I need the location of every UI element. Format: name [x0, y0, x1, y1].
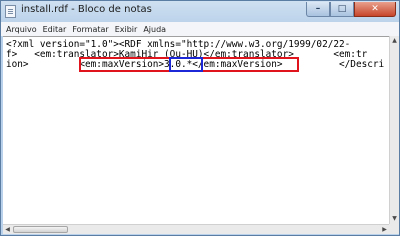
maximize-button[interactable]: □: [330, 2, 354, 17]
horizontal-scroll-thumb[interactable]: [13, 226, 68, 233]
title-bar[interactable]: install.rdf - Bloco de notas – □ ✕: [1, 1, 399, 22]
minimize-button[interactable]: –: [306, 2, 330, 17]
vertical-scrollbar[interactable]: ▲ ▼: [389, 36, 399, 224]
scroll-left-arrow-icon[interactable]: ◀: [3, 225, 12, 234]
notepad-window: install.rdf - Bloco de notas – □ ✕ Arqui…: [0, 0, 400, 236]
horizontal-scrollbar[interactable]: ◀ ▶: [3, 224, 389, 234]
menu-exibir[interactable]: Exibir: [112, 25, 141, 34]
scroll-right-arrow-icon[interactable]: ▶: [380, 225, 389, 234]
caption-buttons: – □ ✕: [306, 2, 396, 18]
menu-arquivo[interactable]: Arquivo: [1, 25, 40, 34]
notepad-icon: [5, 5, 16, 18]
resize-grip[interactable]: [389, 224, 399, 234]
version-value-highlight-box: [169, 57, 203, 72]
window-title: install.rdf - Bloco de notas: [21, 4, 152, 15]
close-button[interactable]: ✕: [354, 2, 396, 17]
text-editor-area[interactable]: <?xml version="1.0"><RDF xmlns="http://w…: [3, 36, 389, 224]
menu-editar[interactable]: Editar: [40, 25, 70, 34]
menu-formatar[interactable]: Formatar: [69, 25, 111, 34]
scroll-down-arrow-icon[interactable]: ▼: [390, 214, 399, 224]
menu-bar: Arquivo Editar Formatar Exibir Ajuda: [1, 22, 399, 36]
scroll-up-arrow-icon[interactable]: ▲: [390, 36, 399, 46]
menu-ajuda[interactable]: Ajuda: [140, 25, 169, 34]
